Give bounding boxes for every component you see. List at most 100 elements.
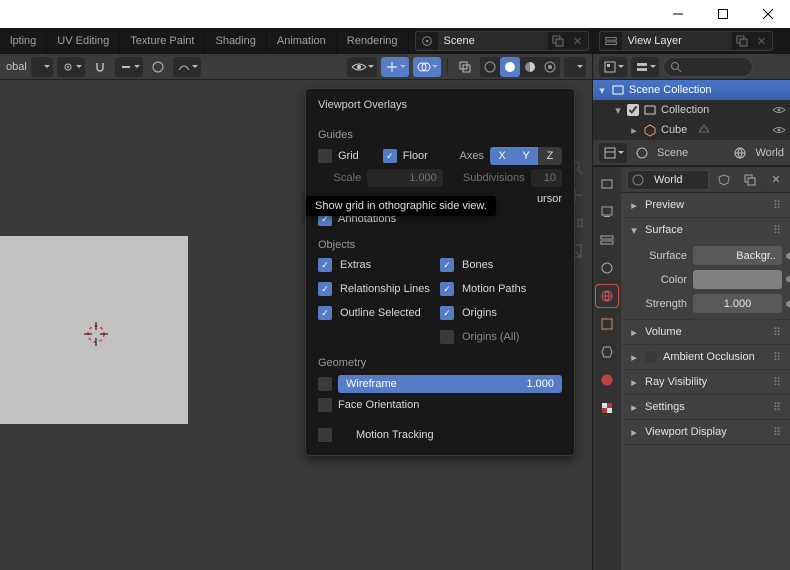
cursor-3d-icon bbox=[82, 320, 110, 348]
tree-label: Scene Collection bbox=[629, 84, 712, 96]
panel-header[interactable]: ▸Viewport Display⠿ bbox=[621, 420, 790, 444]
panel-preview: ▸Preview⠿ bbox=[621, 193, 790, 218]
strength-field[interactable]: 1.000 bbox=[693, 294, 782, 313]
tab-material[interactable] bbox=[596, 369, 618, 391]
extras-checkbox[interactable] bbox=[318, 258, 332, 272]
viewport-3d[interactable]: Show grid in othographic side view. View… bbox=[0, 80, 592, 570]
world-name-input[interactable] bbox=[648, 171, 708, 189]
panel-header[interactable]: ▸Ray Visibility⠿ bbox=[621, 370, 790, 394]
panel-header[interactable]: ▸Ambient Occlusion⠿ bbox=[621, 345, 790, 369]
panel-title: Volume bbox=[645, 326, 682, 338]
snap-dropdown[interactable] bbox=[115, 57, 143, 77]
outliner-filter[interactable] bbox=[631, 57, 659, 77]
workspace-tab[interactable]: UV Editing bbox=[47, 28, 120, 54]
tab-output[interactable] bbox=[596, 201, 618, 223]
shading-rendered[interactable] bbox=[540, 57, 560, 77]
scene-close-button[interactable]: ✕ bbox=[568, 35, 588, 48]
eye-icon[interactable] bbox=[772, 125, 786, 135]
eye-icon[interactable] bbox=[772, 105, 786, 115]
mesh-icon bbox=[643, 123, 657, 137]
panel-header[interactable]: ▾Surface⠿ bbox=[621, 218, 790, 242]
tab-texture[interactable] bbox=[596, 397, 618, 419]
overlay-dropdown[interactable] bbox=[413, 57, 441, 77]
tab-object[interactable] bbox=[596, 313, 618, 335]
tree-row-collection[interactable]: ▾ Collection bbox=[593, 100, 790, 120]
tooltip: Show grid in othographic side view. bbox=[306, 196, 496, 216]
panel-header[interactable]: ▸Settings⠿ bbox=[621, 395, 790, 419]
workspace-tabs: lpting UV Editing Texture Paint Shading … bbox=[0, 28, 790, 54]
ao-checkbox[interactable] bbox=[645, 351, 657, 363]
tab-render[interactable] bbox=[596, 173, 618, 195]
properties-editor-type[interactable] bbox=[599, 143, 627, 163]
scene-datablock[interactable]: ✕ bbox=[415, 31, 589, 51]
subdiv-field[interactable]: 10 bbox=[531, 169, 562, 187]
tab-modifiers[interactable] bbox=[596, 341, 618, 363]
outline-selected-checkbox[interactable] bbox=[318, 306, 332, 320]
proportional-toggle[interactable] bbox=[147, 57, 169, 77]
axis-z-toggle[interactable]: Z bbox=[538, 147, 562, 165]
workspace-tab[interactable]: lpting bbox=[0, 28, 47, 54]
shading-lookdev[interactable] bbox=[520, 57, 540, 77]
minimize-button[interactable] bbox=[655, 0, 700, 28]
axis-y-toggle[interactable]: Y bbox=[514, 147, 538, 165]
viewlayer-name-input[interactable] bbox=[622, 32, 732, 50]
scene-crumb[interactable]: Scene bbox=[657, 147, 688, 159]
world-crumb[interactable]: World bbox=[755, 147, 784, 159]
shield-icon[interactable] bbox=[713, 170, 735, 190]
viewlayer-close-button[interactable]: ✕ bbox=[752, 35, 772, 48]
face-orientation-checkbox[interactable] bbox=[318, 398, 332, 412]
panel-header[interactable]: ▸Volume⠿ bbox=[621, 320, 790, 344]
outliner-tree[interactable]: ▾ Scene Collection ▾ Collection ▸ Cube bbox=[593, 80, 790, 140]
world-datablock-field[interactable] bbox=[627, 170, 709, 190]
tree-row-scene-collection[interactable]: ▾ Scene Collection bbox=[593, 80, 790, 100]
panel-header[interactable]: ▸Preview⠿ bbox=[621, 193, 790, 217]
scene-browse-button[interactable] bbox=[548, 35, 568, 47]
viewlayer-browse-button[interactable] bbox=[732, 35, 752, 47]
orientation-dropdown[interactable] bbox=[31, 57, 53, 77]
viewlayer-datablock[interactable]: ✕ bbox=[599, 31, 773, 51]
origins-checkbox[interactable] bbox=[440, 306, 454, 320]
panel-volume: ▸Volume⠿ bbox=[621, 320, 790, 345]
gizmo-dropdown[interactable] bbox=[381, 57, 409, 77]
shading-solid[interactable] bbox=[500, 57, 520, 77]
scale-field[interactable]: 1.000 bbox=[367, 169, 443, 187]
relationship-lines-checkbox[interactable] bbox=[318, 282, 332, 296]
motion-paths-checkbox[interactable] bbox=[440, 282, 454, 296]
wireframe-checkbox[interactable] bbox=[318, 377, 332, 391]
xray-toggle[interactable] bbox=[454, 57, 476, 77]
grid-checkbox[interactable] bbox=[318, 149, 332, 163]
origins-all-checkbox[interactable] bbox=[440, 330, 454, 344]
pivot-dropdown[interactable] bbox=[57, 57, 85, 77]
surface-shader-field[interactable]: Backgr.. bbox=[693, 246, 782, 265]
workspace-tab[interactable]: Texture Paint bbox=[120, 28, 205, 54]
color-field[interactable] bbox=[693, 270, 782, 289]
tree-row-object[interactable]: ▸ Cube bbox=[593, 120, 790, 140]
outliner-search[interactable] bbox=[663, 57, 753, 77]
proportional-dropdown[interactable] bbox=[173, 57, 201, 77]
outliner-display-mode[interactable] bbox=[599, 57, 627, 77]
visibility-dropdown[interactable] bbox=[347, 57, 377, 77]
scene-name-input[interactable] bbox=[438, 32, 548, 50]
wireframe-slider[interactable]: Wireframe 1.000 bbox=[338, 375, 562, 393]
bones-checkbox[interactable] bbox=[440, 258, 454, 272]
workspace-tab[interactable]: Animation bbox=[267, 28, 337, 54]
tab-viewlayer[interactable] bbox=[596, 229, 618, 251]
close-button[interactable] bbox=[745, 0, 790, 28]
tab-world[interactable] bbox=[596, 285, 618, 307]
new-copy-button[interactable] bbox=[739, 170, 761, 190]
motion-tracking-checkbox[interactable] bbox=[318, 428, 332, 442]
collection-icon bbox=[643, 103, 657, 117]
snap-toggle[interactable] bbox=[89, 57, 111, 77]
unlink-button[interactable]: ✕ bbox=[765, 170, 787, 190]
collection-enable-checkbox[interactable] bbox=[627, 104, 639, 116]
floor-checkbox[interactable] bbox=[383, 149, 397, 163]
shading-wireframe[interactable] bbox=[480, 57, 500, 77]
maximize-button[interactable] bbox=[700, 0, 745, 28]
origins-label: Origins bbox=[462, 307, 497, 319]
workspace-tab[interactable]: Rendering bbox=[337, 28, 409, 54]
axis-x-toggle[interactable]: X bbox=[490, 147, 514, 165]
tab-scene[interactable] bbox=[596, 257, 618, 279]
workspace-tab[interactable]: Shading bbox=[205, 28, 266, 54]
shading-dropdown[interactable] bbox=[564, 57, 586, 77]
panel-title: Ray Visibility bbox=[645, 376, 707, 388]
